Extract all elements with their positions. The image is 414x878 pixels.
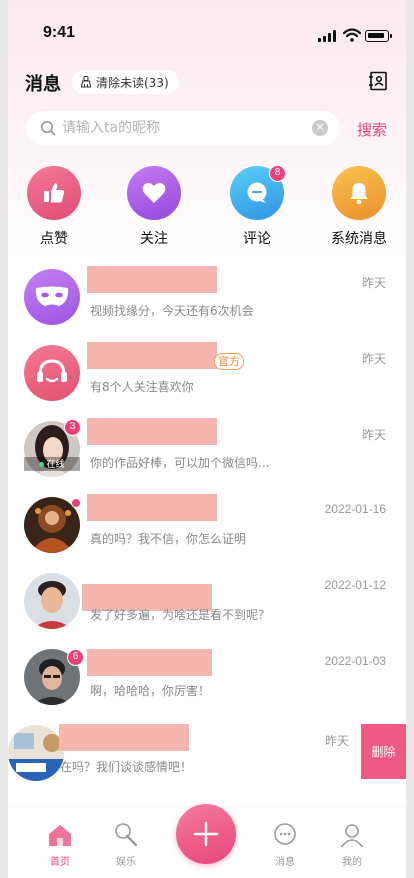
list-item[interactable]: 发了好多遍，为啥还是看不到呢？ 2022-01-12 bbox=[8, 564, 406, 640]
contacts-icon[interactable] bbox=[368, 71, 388, 91]
create-button[interactable] bbox=[176, 804, 236, 864]
quick-action-label: 系统消息 bbox=[331, 231, 387, 247]
user-icon bbox=[340, 824, 364, 848]
quick-action-follows[interactable]: 关注 bbox=[114, 166, 194, 248]
bell-icon bbox=[332, 166, 386, 220]
chat-icon bbox=[274, 823, 296, 845]
wifi-icon bbox=[343, 28, 361, 42]
list-item-swiped[interactable]: 在吗？我们谈谈感情吧！ 昨天 bbox=[8, 716, 390, 792]
unread-badge: 3 bbox=[64, 419, 81, 436]
message-preview: 真的吗？我不信，你怎么证明 bbox=[90, 532, 247, 546]
tab-label: 首页 bbox=[50, 857, 70, 868]
contact-name-redacted bbox=[87, 266, 217, 293]
search-button[interactable]: 搜索 bbox=[357, 119, 387, 140]
message-time: 昨天 bbox=[325, 734, 350, 748]
message-time: 昨天 bbox=[361, 352, 386, 366]
tab-home[interactable]: 首页 bbox=[40, 822, 80, 868]
message-preview: 发了好多遍，为啥还是看不到呢？ bbox=[90, 608, 271, 622]
message-preview: 你的作品好棒，可以加个微信吗... bbox=[90, 456, 270, 470]
broom-icon bbox=[80, 76, 92, 88]
avatar bbox=[24, 573, 80, 629]
quick-action-label: 关注 bbox=[140, 231, 168, 247]
tab-messages[interactable]: 消息 bbox=[265, 822, 305, 868]
status-bar: 9:41 bbox=[8, 0, 406, 60]
search-input[interactable] bbox=[62, 120, 292, 136]
unread-badge: 6 bbox=[67, 649, 84, 666]
message-time: 2022-01-16 bbox=[324, 502, 386, 516]
tab-bar: 首页 娱乐 消息 我的 bbox=[8, 804, 406, 878]
message-time: 昨天 bbox=[361, 276, 386, 290]
tab-label: 娱乐 bbox=[116, 857, 136, 868]
microphone-icon bbox=[115, 823, 138, 847]
quick-action-system[interactable]: 系统消息 bbox=[319, 166, 399, 248]
contact-name-redacted bbox=[87, 649, 212, 676]
list-item[interactable]: 视频找缘分，今天还有6次机会 昨天 bbox=[8, 260, 406, 336]
quick-action-likes[interactable]: 点赞 bbox=[14, 166, 94, 248]
list-item[interactable]: 6 啊，哈哈哈，你厉害！ 2022-01-03 bbox=[8, 640, 406, 716]
unread-dot bbox=[71, 498, 81, 508]
contact-name-redacted bbox=[87, 342, 217, 369]
search-box[interactable]: ✕ bbox=[26, 111, 340, 145]
message-preview: 在吗？我们谈谈感情吧！ bbox=[60, 760, 193, 774]
message-time: 2022-01-12 bbox=[324, 578, 386, 592]
avatar bbox=[8, 725, 64, 781]
search-icon bbox=[40, 120, 56, 136]
list-item[interactable]: 真的吗？我不信，你怎么证明 2022-01-16 bbox=[8, 488, 406, 564]
message-preview: 有8个人关注喜欢你 bbox=[90, 380, 194, 394]
comment-badge: 8 bbox=[269, 165, 286, 182]
quick-action-comments[interactable]: 8 评论 bbox=[217, 165, 297, 248]
tab-profile[interactable]: 我的 bbox=[332, 822, 372, 868]
contact-name-redacted bbox=[59, 724, 189, 751]
tab-label: 消息 bbox=[275, 857, 295, 868]
headset-icon bbox=[24, 345, 80, 401]
message-preview: 啊，哈哈哈，你厉害！ bbox=[90, 684, 211, 698]
battery-icon bbox=[365, 30, 392, 42]
message-preview: 视频找缘分，今天还有6次机会 bbox=[90, 304, 254, 318]
quick-action-label: 点赞 bbox=[40, 231, 68, 247]
list-item[interactable]: 官方 有8个人关注喜欢你 昨天 bbox=[8, 336, 406, 412]
list-item[interactable]: 在线 3 你的作品好棒，可以加个微信吗... 昨天 bbox=[8, 412, 406, 488]
plus-icon bbox=[193, 821, 219, 847]
heart-icon bbox=[127, 166, 181, 220]
contact-name-redacted bbox=[87, 418, 217, 445]
tab-entertainment[interactable]: 娱乐 bbox=[106, 822, 146, 868]
tab-label: 我的 bbox=[342, 857, 362, 868]
message-time: 2022-01-03 bbox=[324, 654, 386, 668]
clear-search-icon[interactable]: ✕ bbox=[312, 120, 328, 136]
clear-unread-button[interactable]: 清除未读(33) bbox=[72, 70, 179, 94]
phone-screen: 9:41 消息 清除未读(33) 请输入ta的昵称 ✕ 搜索 点赞 关注 8 评… bbox=[8, 0, 406, 878]
message-time: 昨天 bbox=[361, 428, 386, 442]
home-icon bbox=[49, 825, 71, 846]
official-badge: 官方 bbox=[214, 353, 244, 370]
quick-action-label: 评论 bbox=[243, 231, 271, 247]
thumbs-up-icon bbox=[27, 166, 81, 220]
comment-icon: 8 bbox=[230, 165, 286, 220]
online-status: 在线 bbox=[24, 457, 80, 471]
status-time: 9:41 bbox=[43, 24, 76, 41]
page-title: 消息 bbox=[25, 74, 61, 95]
clear-unread-label: 清除未读(33) bbox=[96, 75, 169, 90]
signal-icon bbox=[318, 30, 338, 42]
mask-icon bbox=[24, 269, 80, 325]
delete-button[interactable]: 删除 bbox=[361, 724, 406, 779]
contact-name-redacted bbox=[87, 494, 217, 521]
